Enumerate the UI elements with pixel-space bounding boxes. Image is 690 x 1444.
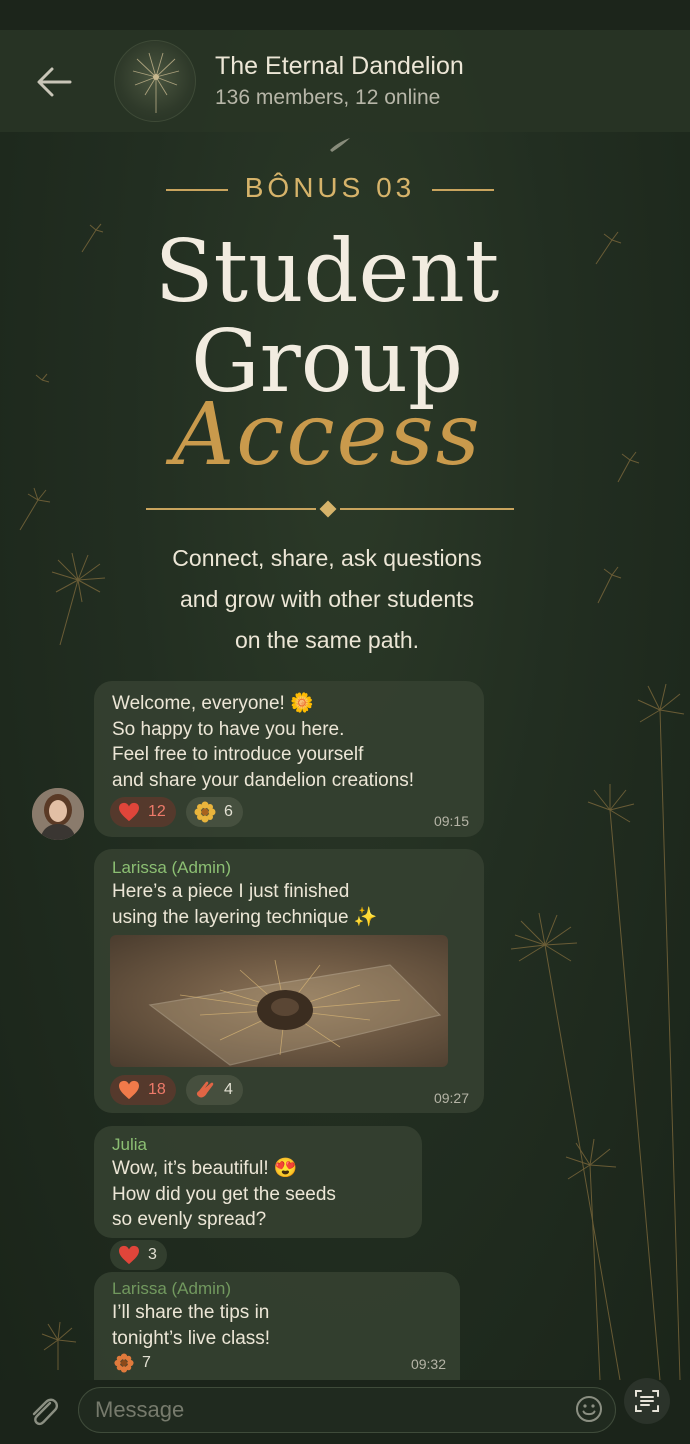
message-text: using the layering technique ✨ [112,906,378,928]
reaction-flower[interactable]: 7 [108,1348,161,1378]
divider-right [340,508,514,510]
back-button[interactable] [30,58,78,106]
divider-left [146,508,316,510]
emoji-button[interactable] [574,1394,604,1424]
flower-icon [194,801,216,823]
group-avatar[interactable] [114,40,196,122]
message-text: so evenly spread? [112,1209,267,1230]
message-text: So happy to have you here. [112,718,345,740]
paperclip-icon [32,1398,59,1426]
reaction-heart[interactable]: 18 [110,1075,176,1105]
group-title[interactable]: The Eternal Dandelion [215,52,464,81]
avatar[interactable] [32,788,84,840]
message-input[interactable] [95,1388,555,1432]
reaction-heart[interactable]: 3 [110,1240,167,1270]
message-bubble[interactable]: Welcome, everyone! 🌼 So happy to have yo… [94,681,484,837]
reaction-heart[interactable]: 12 [110,797,176,827]
member-count: 136 members, 12 online [215,86,441,109]
message-text: Wow, it’s beautiful! 😍 [112,1158,298,1179]
bonus-rule-right [432,189,494,191]
reaction-flower[interactable]: 6 [186,797,243,827]
shared-photo[interactable] [110,935,448,1067]
title-line-3: Access [172,385,482,485]
message-text: How did you get the seeds [112,1183,336,1205]
arrow-left-icon [37,67,72,97]
message-text: Welcome, everyone! 🌼 [112,693,314,714]
message-bubble[interactable]: Larissa (Admin) Here’s a piece I just fi… [94,849,484,1113]
clap-icon [196,1081,214,1098]
tagline-line: Connect, share, ask questions [172,545,482,571]
reaction-count: 7 [142,1354,151,1371]
message-time: 09:27 [433,1090,469,1106]
message-text: Here’s a piece I just finished [112,881,350,902]
status-strip [0,0,690,30]
reaction-count: 6 [224,803,233,820]
message-bubble[interactable]: Julia Wow, it’s beautiful! 😍 How did you… [94,1126,422,1238]
title-line-1: Student [154,222,500,322]
heart-icon [119,1080,139,1100]
heart-icon [119,802,139,822]
reaction-count: 3 [148,1246,157,1263]
person-avatar-icon [32,788,84,840]
scan-text-button[interactable] [624,1378,670,1424]
message-time: 09:32 [410,1356,446,1372]
dandelion-icon [132,52,180,113]
reaction-clap[interactable]: 4 [186,1075,243,1105]
message-text: I’ll share the tips in [112,1302,270,1323]
reaction-count: 18 [148,1081,166,1098]
sender-name[interactable]: Julia [112,1134,336,1156]
bonus-rule-left [166,189,228,191]
message-bubble[interactable]: Larissa (Admin) I’ll share the tips in t… [94,1272,460,1380]
text-scan-icon [635,1390,659,1412]
tagline-line: and grow with other students [179,586,475,612]
tagline: Connect, share, ask questions and grow w… [120,538,534,661]
message-time: 09:15 [433,813,469,829]
sender-name[interactable]: Larissa (Admin) [112,857,378,879]
resin-dandelion-image [148,959,442,1066]
attach-button[interactable] [26,1394,62,1430]
message-text: Feel free to introduce yourself [112,744,364,765]
bonus-label: BÔNUS 03 [244,172,416,203]
chat-header: The Eternal Dandelion 136 members, 12 on… [0,30,690,132]
flower-icon [114,1353,134,1373]
smiley-icon [576,1396,602,1422]
divider-diamond-icon [319,500,337,518]
message-input-wrapper [78,1387,616,1433]
tagline-line: on the same path. [234,627,420,653]
reaction-count: 12 [148,803,166,820]
heart-icon [119,1245,139,1265]
sender-name[interactable]: Larissa (Admin) [112,1278,270,1300]
reaction-count: 4 [224,1081,233,1098]
message-text: and share your dandelion creations! [112,769,415,791]
